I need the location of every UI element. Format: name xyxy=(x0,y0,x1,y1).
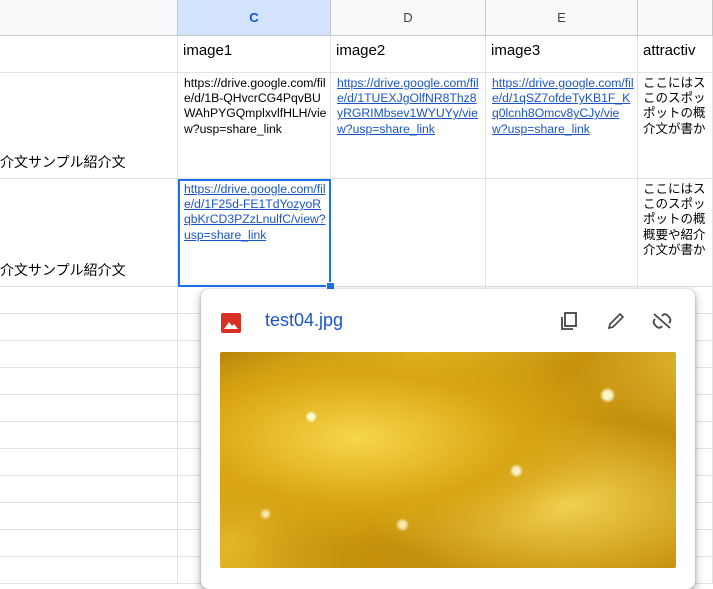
column-header-0[interactable] xyxy=(0,0,178,36)
cell-text-line: ポットの概 xyxy=(643,212,706,227)
pencil-icon[interactable] xyxy=(604,309,628,333)
cell-c-row1[interactable]: https://drive.google.com/file/d/1B-QHvcr… xyxy=(178,73,331,179)
unlink-icon[interactable] xyxy=(650,309,674,333)
empty-cell[interactable] xyxy=(0,341,178,368)
cell-text-line: ここにはス xyxy=(643,182,706,196)
image-file-icon xyxy=(221,313,241,333)
empty-cell[interactable] xyxy=(0,287,178,314)
header-cell[interactable]: image3 xyxy=(486,36,638,73)
empty-cell[interactable] xyxy=(0,368,178,395)
cell-f-row2[interactable]: ここにはス このスポッ ポットの概 概要や紹介 介文が書か xyxy=(638,179,713,287)
copy-icon[interactable] xyxy=(557,309,581,333)
cell-text-line: このスポッ xyxy=(643,197,706,212)
column-header-c[interactable]: C xyxy=(178,0,331,36)
cell-a-row2[interactable]: 介文サンプル紹介文 xyxy=(0,179,178,287)
cell-f-row1[interactable]: ここにはス このスポッ ポットの概 介文が書か xyxy=(638,73,713,179)
header-cell[interactable]: image1 xyxy=(178,36,331,73)
header-cell-text xyxy=(0,36,177,42)
cell-text-line: 概要や紹介 xyxy=(643,227,706,242)
cell-a-row1[interactable]: 介文サンプル紹介文 xyxy=(0,73,178,179)
cell-link[interactable]: https://drive.google.com/file/d/1TUEXJgO… xyxy=(331,73,485,137)
empty-cell[interactable] xyxy=(0,449,178,476)
cell-d-row2[interactable] xyxy=(331,179,486,287)
cell-text-line: このスポッ xyxy=(643,91,706,106)
empty-cell[interactable] xyxy=(0,503,178,530)
header-cell[interactable]: attractiv xyxy=(638,36,713,73)
link-preview-popup: test04.jpg xyxy=(201,289,695,589)
cell-c-row2[interactable]: https://drive.google.com/file/d/1F25d-FE… xyxy=(178,179,331,287)
linked-file-name[interactable]: test04.jpg xyxy=(265,310,343,331)
header-cell-text: attractiv xyxy=(643,42,696,59)
header-cell[interactable] xyxy=(0,36,178,73)
cell-link[interactable] xyxy=(486,179,637,182)
cell-text: 介文サンプル紹介文 xyxy=(0,261,126,278)
empty-cell[interactable] xyxy=(0,557,178,584)
empty-cell[interactable] xyxy=(0,530,178,557)
cell-link[interactable]: https://drive.google.com/file/d/1qSZ7ofd… xyxy=(486,73,637,137)
image-preview[interactable] xyxy=(220,352,676,568)
header-cell[interactable]: image2 xyxy=(331,36,486,73)
empty-cell[interactable] xyxy=(0,422,178,449)
header-cell-text: image3 xyxy=(491,42,541,59)
header-cell-text: image2 xyxy=(336,42,386,59)
header-cell-text: image1 xyxy=(183,42,233,59)
cell-link[interactable] xyxy=(331,179,485,182)
cell-text: https://drive.google.com/file/d/1B-QHvcr… xyxy=(184,76,327,136)
cell-e-row2[interactable] xyxy=(486,179,638,287)
empty-cell[interactable] xyxy=(0,476,178,503)
empty-cell[interactable] xyxy=(0,314,178,341)
cell-text-line: 介文が書か xyxy=(643,121,706,136)
empty-cell[interactable] xyxy=(0,395,178,422)
cell-link[interactable]: https://drive.google.com/file/d/1F25d-FE… xyxy=(178,179,330,243)
cell-d-row1[interactable]: https://drive.google.com/file/d/1TUEXJgO… xyxy=(331,73,486,179)
column-header-d[interactable]: D xyxy=(331,0,486,36)
cell-text-line: 介文が書か xyxy=(643,242,706,257)
cell-e-row1[interactable]: https://drive.google.com/file/d/1qSZ7ofd… xyxy=(486,73,638,179)
cell-text-line: ここにはス xyxy=(643,76,706,90)
cell-text: 介文サンプル紹介文 xyxy=(0,153,126,170)
column-header-4[interactable] xyxy=(638,0,713,36)
column-header-e[interactable]: E xyxy=(486,0,638,36)
cell-text-line: ポットの概 xyxy=(643,106,706,121)
